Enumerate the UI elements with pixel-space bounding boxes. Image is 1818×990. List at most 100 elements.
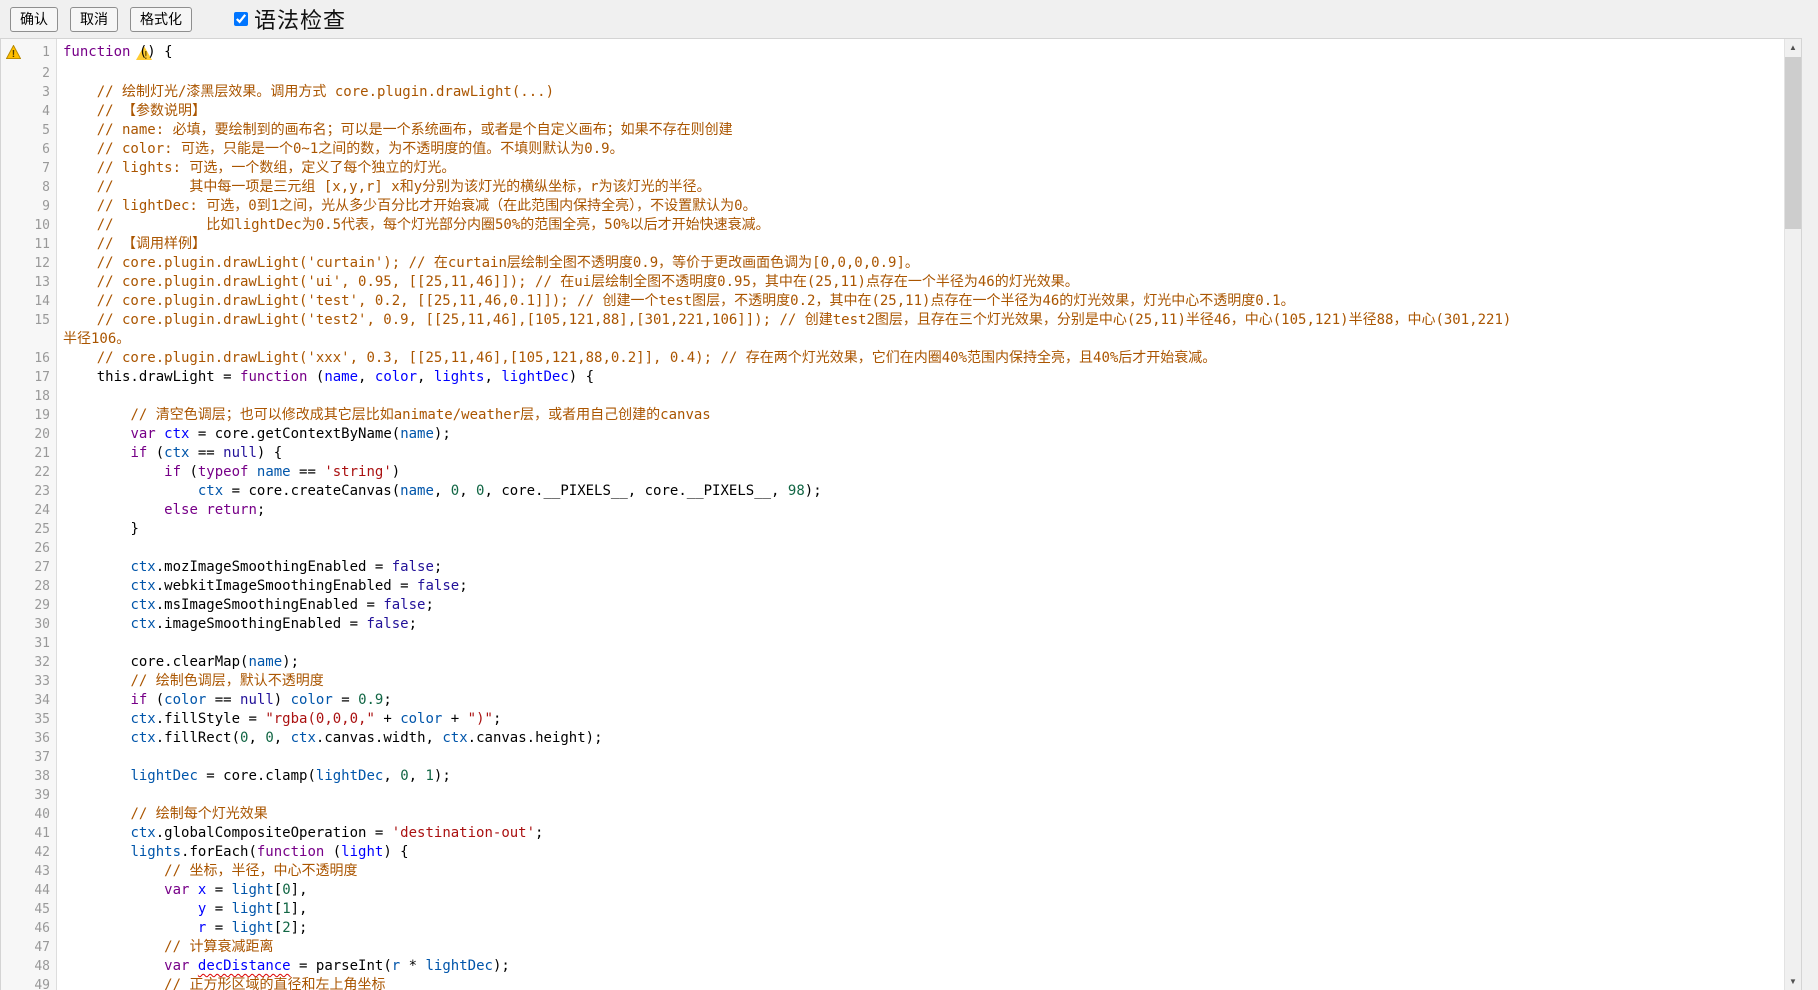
code-line[interactable]: 43 // 坐标，半径，中心不透明度 bbox=[1, 862, 1784, 881]
code-area[interactable]: ! 1function () {23 // 绘制灯光/漆黑层效果。调用方式 co… bbox=[1, 39, 1784, 990]
line-number: 4 bbox=[25, 102, 57, 121]
gutter-marker bbox=[1, 387, 25, 406]
code-line[interactable]: 11 // 【调用样例】 bbox=[1, 235, 1784, 254]
gutter-marker bbox=[1, 900, 25, 919]
line-number: 12 bbox=[25, 254, 57, 273]
code-text bbox=[57, 634, 1784, 653]
line-number: 18 bbox=[25, 387, 57, 406]
cancel-button[interactable]: 取消 bbox=[70, 7, 118, 32]
code-line[interactable]: ! 1function () { bbox=[1, 43, 1784, 64]
code-line[interactable]: 25 } bbox=[1, 520, 1784, 539]
code-line[interactable]: 24 else return; bbox=[1, 501, 1784, 520]
code-line[interactable]: 32 core.clearMap(name); bbox=[1, 653, 1784, 672]
gutter-marker bbox=[1, 83, 25, 102]
code-line[interactable]: 44 var x = light[0], bbox=[1, 881, 1784, 900]
code-line[interactable]: 4 // 【参数说明】 bbox=[1, 102, 1784, 121]
line-number: 9 bbox=[25, 197, 57, 216]
code-line[interactable]: 23 ctx = core.createCanvas(name, 0, 0, c… bbox=[1, 482, 1784, 501]
code-text: function () { bbox=[57, 43, 1784, 64]
line-number: 46 bbox=[25, 919, 57, 938]
code-line[interactable]: 5 // name: 必填，要绘制到的画布名；可以是一个系统画布，或者是个自定义… bbox=[1, 121, 1784, 140]
code-line[interactable]: 46 r = light[2]; bbox=[1, 919, 1784, 938]
code-line[interactable]: 33 // 绘制色调层，默认不透明度 bbox=[1, 672, 1784, 691]
code-text: lights.forEach(function (light) { bbox=[57, 843, 1784, 862]
scroll-thumb[interactable] bbox=[1785, 57, 1801, 229]
gutter-marker bbox=[1, 710, 25, 729]
code-line[interactable]: 9 // lightDec: 可选，0到1之间，光从多少百分比才开始衰减（在此范… bbox=[1, 197, 1784, 216]
line-number: 10 bbox=[25, 216, 57, 235]
line-number: 14 bbox=[25, 292, 57, 311]
code-line[interactable]: 2 bbox=[1, 64, 1784, 83]
gutter-marker bbox=[1, 273, 25, 292]
syntax-check-label[interactable]: 语法检查 bbox=[254, 3, 346, 35]
code-line[interactable]: 31 bbox=[1, 634, 1784, 653]
code-line[interactable]: 45 y = light[1], bbox=[1, 900, 1784, 919]
code-line[interactable]: 36 ctx.fillRect(0, 0, ctx.canvas.width, … bbox=[1, 729, 1784, 748]
line-number: 6 bbox=[25, 140, 57, 159]
code-text: var ctx = core.getContextByName(name); bbox=[57, 425, 1784, 444]
code-line[interactable]: 19 // 清空色调层；也可以修改成其它层比如animate/weather层，… bbox=[1, 406, 1784, 425]
code-line[interactable]: 14 // core.plugin.drawLight('test', 0.2,… bbox=[1, 292, 1784, 311]
code-line[interactable]: 13 // core.plugin.drawLight('ui', 0.95, … bbox=[1, 273, 1784, 292]
gutter-marker bbox=[1, 121, 25, 140]
code-line[interactable]: 6 // color: 可选，只能是一个0~1之间的数，为不透明度的值。不填则默… bbox=[1, 140, 1784, 159]
code-line[interactable]: 38 lightDec = core.clamp(lightDec, 0, 1)… bbox=[1, 767, 1784, 786]
code-line[interactable]: 3 // 绘制灯光/漆黑层效果。调用方式 core.plugin.drawLig… bbox=[1, 83, 1784, 102]
code-editor[interactable]: ! 1function () {23 // 绘制灯光/漆黑层效果。调用方式 co… bbox=[0, 38, 1802, 990]
gutter-marker bbox=[1, 862, 25, 881]
code-line[interactable]: 27 ctx.mozImageSmoothingEnabled = false; bbox=[1, 558, 1784, 577]
gutter-marker bbox=[1, 824, 25, 843]
confirm-button[interactable]: 确认 bbox=[10, 7, 58, 32]
line-number: 40 bbox=[25, 805, 57, 824]
code-line[interactable]: 34 if (color == null) color = 0.9; bbox=[1, 691, 1784, 710]
gutter-marker bbox=[1, 520, 25, 539]
code-line[interactable]: 17 this.drawLight = function (name, colo… bbox=[1, 368, 1784, 387]
code-line[interactable]: 29 ctx.msImageSmoothingEnabled = false; bbox=[1, 596, 1784, 615]
code-line[interactable]: 16 // core.plugin.drawLight('xxx', 0.3, … bbox=[1, 349, 1784, 368]
code-line[interactable]: 41 ctx.globalCompositeOperation = 'desti… bbox=[1, 824, 1784, 843]
gutter-marker bbox=[1, 577, 25, 596]
code-text: // lights: 可选，一个数组，定义了每个独立的灯光。 bbox=[57, 159, 1784, 178]
code-line[interactable]: 39 bbox=[1, 786, 1784, 805]
code-line[interactable]: 12 // core.plugin.drawLight('curtain'); … bbox=[1, 254, 1784, 273]
line-number: 19 bbox=[25, 406, 57, 425]
code-line[interactable]: 49 // 正方形区域的直径和左上角坐标 bbox=[1, 976, 1784, 990]
vertical-scrollbar[interactable]: ▲ ▼ bbox=[1784, 39, 1801, 990]
code-line[interactable]: 8 // 其中每一项是三元组 [x,y,r] x和y分别为该灯光的横纵坐标，r为… bbox=[1, 178, 1784, 197]
line-number: 27 bbox=[25, 558, 57, 577]
gutter-marker bbox=[1, 501, 25, 520]
syntax-check-checkbox[interactable] bbox=[234, 12, 248, 26]
code-line[interactable]: 40 // 绘制每个灯光效果 bbox=[1, 805, 1784, 824]
gutter-marker bbox=[1, 653, 25, 672]
gutter-marker bbox=[1, 786, 25, 805]
line-number: 11 bbox=[25, 235, 57, 254]
code-line[interactable]: 30 ctx.imageSmoothingEnabled = false; bbox=[1, 615, 1784, 634]
warning-icon[interactable]: ! bbox=[6, 45, 21, 59]
code-line[interactable]: 18 bbox=[1, 387, 1784, 406]
gutter-marker bbox=[1, 881, 25, 900]
line-number: 29 bbox=[25, 596, 57, 615]
line-number: 38 bbox=[25, 767, 57, 786]
code-line[interactable]: 48 var decDistance = parseInt(r * lightD… bbox=[1, 957, 1784, 976]
scroll-up-button[interactable]: ▲ bbox=[1785, 39, 1801, 56]
format-button[interactable]: 格式化 bbox=[130, 7, 192, 32]
scroll-down-button[interactable]: ▼ bbox=[1785, 973, 1801, 990]
code-line[interactable]: 20 var ctx = core.getContextByName(name)… bbox=[1, 425, 1784, 444]
code-line[interactable]: 28 ctx.webkitImageSmoothingEnabled = fal… bbox=[1, 577, 1784, 596]
code-line[interactable]: 37 bbox=[1, 748, 1784, 767]
code-line[interactable]: 15 // core.plugin.drawLight('test2', 0.9… bbox=[1, 311, 1784, 330]
code-line[interactable]: 22 if (typeof name == 'string') bbox=[1, 463, 1784, 482]
code-line-wrap[interactable]: 半径106。 bbox=[1, 330, 1784, 349]
line-number: 37 bbox=[25, 748, 57, 767]
code-line[interactable]: 42 lights.forEach(function (light) { bbox=[1, 843, 1784, 862]
code-line[interactable]: 7 // lights: 可选，一个数组，定义了每个独立的灯光。 bbox=[1, 159, 1784, 178]
code-line[interactable]: 10 // 比如lightDec为0.5代表，每个灯光部分内圈50%的范围全亮，… bbox=[1, 216, 1784, 235]
svg-text:!: ! bbox=[11, 49, 14, 59]
gutter-marker bbox=[1, 634, 25, 653]
line-number: 26 bbox=[25, 539, 57, 558]
code-line[interactable]: 26 bbox=[1, 539, 1784, 558]
code-line[interactable]: 47 // 计算衰减距离 bbox=[1, 938, 1784, 957]
gutter-marker bbox=[1, 292, 25, 311]
code-line[interactable]: 35 ctx.fillStyle = "rgba(0,0,0," + color… bbox=[1, 710, 1784, 729]
code-line[interactable]: 21 if (ctx == null) { bbox=[1, 444, 1784, 463]
